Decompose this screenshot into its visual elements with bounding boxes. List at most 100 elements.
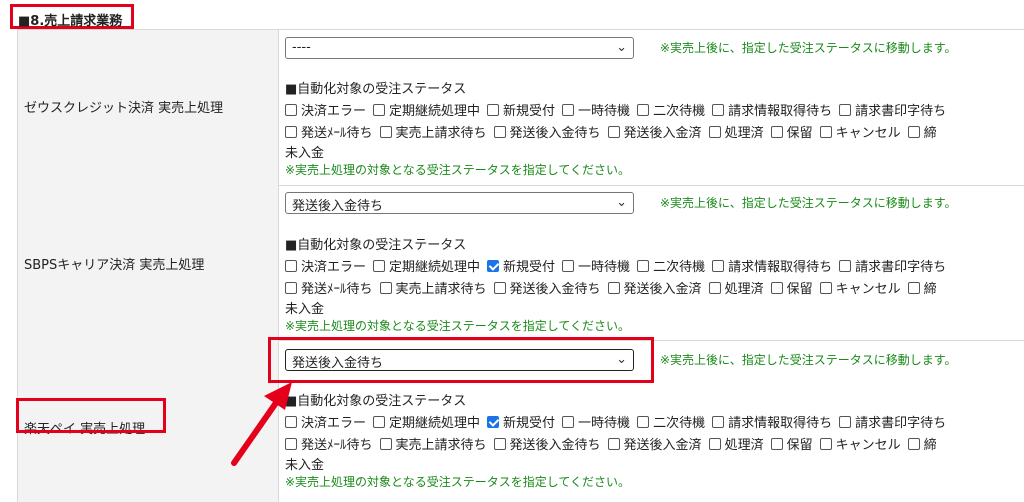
checkbox-icon[interactable] bbox=[373, 415, 386, 428]
status-checkbox[interactable]: 発送後入金待ち bbox=[493, 122, 601, 141]
checkbox-icon[interactable] bbox=[285, 103, 297, 116]
checkbox-icon[interactable] bbox=[379, 125, 392, 138]
status-checkbox[interactable]: 処理済 bbox=[708, 122, 764, 141]
chevron-down-icon: ⌄ bbox=[616, 195, 627, 210]
status-checkbox[interactable]: 実売上請求待ち bbox=[379, 278, 487, 297]
checkbox-icon[interactable] bbox=[607, 437, 620, 450]
status-checkbox[interactable]: 新規受付 bbox=[487, 412, 555, 431]
checkbox-icon[interactable] bbox=[708, 125, 721, 138]
checkbox-icon[interactable] bbox=[708, 437, 721, 450]
status-checkbox[interactable]: 実売上請求待ち bbox=[379, 434, 487, 453]
checkbox-icon[interactable] bbox=[770, 281, 783, 294]
checkbox-label: 決済エラー bbox=[301, 260, 367, 275]
status-checkbox[interactable]: 締 bbox=[907, 434, 937, 453]
checkbox-icon[interactable] bbox=[819, 125, 832, 138]
status-checkbox[interactable]: 保留 bbox=[770, 434, 813, 453]
checkbox-icon[interactable] bbox=[285, 281, 297, 294]
status-checkbox[interactable]: 発送後入金済 bbox=[607, 278, 702, 297]
status-checkbox[interactable]: 実売上請求待ち bbox=[379, 122, 487, 141]
status-select[interactable]: ---- ⌄ bbox=[285, 37, 634, 59]
status-checkbox[interactable]: 保留 bbox=[770, 278, 813, 297]
checkbox-icon[interactable] bbox=[487, 103, 500, 116]
checkbox-icon[interactable] bbox=[379, 437, 392, 450]
checkbox-icon[interactable] bbox=[379, 281, 392, 294]
status-checkbox[interactable]: 締 bbox=[907, 278, 937, 297]
status-checkbox[interactable]: 発送後入金待ち bbox=[493, 278, 601, 297]
status-checkbox[interactable]: 二次待機 bbox=[637, 412, 705, 431]
status-checkbox[interactable]: 締 bbox=[907, 122, 937, 141]
status-checkbox[interactable]: 発送後入金済 bbox=[607, 434, 702, 453]
checkbox-icon[interactable] bbox=[770, 437, 783, 450]
checkbox-icon[interactable] bbox=[562, 415, 575, 428]
checkbox-icon[interactable] bbox=[712, 415, 725, 428]
status-checkbox[interactable]: 処理済 bbox=[708, 434, 764, 453]
checkbox-label: 保留 bbox=[786, 438, 813, 453]
checkbox-icon[interactable] bbox=[285, 259, 297, 272]
status-checkbox[interactable]: 処理済 bbox=[708, 278, 764, 297]
checkbox-icon[interactable] bbox=[285, 415, 297, 428]
status-checkbox[interactable]: 定期継続処理中 bbox=[373, 256, 480, 275]
checkbox-icon[interactable] bbox=[712, 103, 725, 116]
status-checkbox[interactable]: 一時待機 bbox=[562, 100, 630, 119]
checkbox-checked-icon[interactable] bbox=[487, 259, 500, 272]
checkbox-icon[interactable] bbox=[285, 437, 297, 450]
checkbox-icon[interactable] bbox=[493, 281, 506, 294]
status-checkbox[interactable]: 請求情報取得待ち bbox=[712, 412, 832, 431]
checkbox-icon[interactable] bbox=[637, 415, 650, 428]
checkbox-icon[interactable] bbox=[562, 103, 575, 116]
status-checkbox[interactable]: 一時待機 bbox=[562, 256, 630, 275]
checkbox-icon[interactable] bbox=[819, 437, 832, 450]
checkbox-label: 定期継続処理中 bbox=[389, 104, 481, 119]
checkbox-icon[interactable] bbox=[839, 259, 852, 272]
checkbox-icon[interactable] bbox=[708, 281, 721, 294]
status-checkbox[interactable]: 請求書印字待ち bbox=[839, 256, 946, 275]
checkbox-icon[interactable] bbox=[839, 415, 852, 428]
status-checkbox[interactable]: キャンセル bbox=[819, 278, 901, 297]
status-checkbox[interactable]: 発送後入金待ち bbox=[493, 434, 601, 453]
status-checkbox[interactable]: 決済エラー bbox=[285, 412, 366, 431]
status-checkbox[interactable]: 発送後入金済 bbox=[607, 122, 702, 141]
status-checkbox[interactable]: 請求情報取得待ち bbox=[712, 256, 832, 275]
checkbox-icon[interactable] bbox=[562, 259, 575, 272]
checkbox-icon[interactable] bbox=[607, 125, 620, 138]
checkbox-icon[interactable] bbox=[770, 125, 783, 138]
status-checkbox[interactable]: 請求情報取得待ち bbox=[712, 100, 832, 119]
checkbox-icon[interactable] bbox=[373, 103, 386, 116]
status-checkbox[interactable]: 発送ﾒｰﾙ待ち bbox=[285, 122, 373, 141]
checkbox-icon[interactable] bbox=[607, 281, 620, 294]
checkbox-icon[interactable] bbox=[839, 103, 852, 116]
status-checkbox[interactable]: 新規受付 bbox=[487, 100, 555, 119]
checkbox-icon[interactable] bbox=[819, 281, 832, 294]
checkbox-icon[interactable] bbox=[373, 259, 386, 272]
status-checkbox[interactable]: 請求書印字待ち bbox=[839, 412, 946, 431]
status-checkbox[interactable]: 決済エラー bbox=[285, 256, 366, 275]
status-checkbox[interactable]: キャンセル bbox=[819, 122, 901, 141]
checkbox-icon[interactable] bbox=[907, 281, 920, 294]
checkbox-checked-icon[interactable] bbox=[487, 415, 500, 428]
checkbox-icon[interactable] bbox=[637, 103, 650, 116]
status-checkbox[interactable]: 発送ﾒｰﾙ待ち bbox=[285, 434, 373, 453]
status-checkbox[interactable]: 保留 bbox=[770, 122, 813, 141]
checkbox-label: 発送ﾒｰﾙ待ち bbox=[301, 438, 373, 453]
checkbox-icon[interactable] bbox=[493, 125, 506, 138]
checkbox-icon[interactable] bbox=[712, 259, 725, 272]
status-checkbox[interactable]: 定期継続処理中 bbox=[373, 412, 480, 431]
status-checkbox[interactable]: 請求書印字待ち bbox=[839, 100, 946, 119]
checkbox-icon[interactable] bbox=[637, 259, 650, 272]
row-label: SBPSキャリア決済 実売上処理 bbox=[24, 258, 205, 273]
status-checkbox[interactable]: 新規受付 bbox=[487, 256, 555, 275]
checkbox-icon[interactable] bbox=[285, 125, 297, 138]
status-checkbox[interactable]: 定期継続処理中 bbox=[373, 100, 480, 119]
status-checkbox[interactable]: 一時待機 bbox=[562, 412, 630, 431]
checkbox-line: 決済エラー 定期継続処理中 新規受付 一時待機 二次待機 請求情報取得待ち 請求書印字待ち bbox=[285, 412, 953, 432]
status-checkbox[interactable]: キャンセル bbox=[819, 434, 901, 453]
status-checkbox[interactable]: 二次待機 bbox=[637, 256, 705, 275]
status-checkbox[interactable]: 決済エラー bbox=[285, 100, 366, 119]
status-checkbox[interactable]: 発送ﾒｰﾙ待ち bbox=[285, 278, 373, 297]
checkbox-icon[interactable] bbox=[907, 437, 920, 450]
checkbox-label: 一時待機 bbox=[578, 104, 631, 119]
checkbox-icon[interactable] bbox=[907, 125, 920, 138]
checkbox-icon[interactable] bbox=[493, 437, 506, 450]
status-checkbox[interactable]: 二次待機 bbox=[637, 100, 705, 119]
status-select[interactable]: 発送後入金待ち ⌄ bbox=[285, 192, 634, 214]
